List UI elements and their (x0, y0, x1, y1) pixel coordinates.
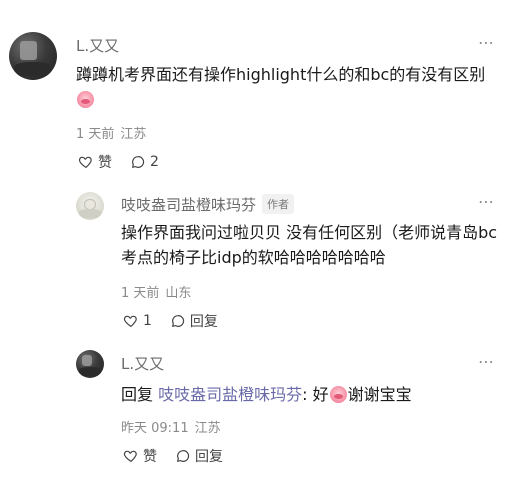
avatar[interactable] (76, 350, 104, 378)
reply-label: 回复 (195, 449, 223, 465)
reply-time: 1 天前 (121, 286, 160, 301)
reply-time: 昨天 09:11 (121, 421, 189, 436)
avatar[interactable] (9, 32, 57, 80)
comment-author[interactable]: L.又又 (76, 35, 119, 56)
comment-time: 1 天前 (76, 127, 115, 142)
reply-meta: 昨天 09:11 江苏 (121, 417, 221, 436)
comment-actions: 赞 2 (78, 152, 177, 172)
like-label: 赞 (143, 449, 157, 465)
reply-text-before: 好 (312, 385, 329, 404)
comment-thread: L.又又 ⋯ 蹲蹲机考界面还有操作highlight什么的和bc的有没有区别 1… (0, 0, 508, 489)
emoji-icon (77, 91, 94, 108)
comment-location: 江苏 (120, 127, 147, 142)
like-button[interactable]: 赞 (78, 152, 112, 172)
heart-icon (123, 315, 137, 328)
reply-location: 山东 (165, 286, 192, 301)
comment-icon (171, 315, 185, 327)
avatar[interactable] (76, 192, 104, 220)
comment-text: 蹲蹲机考界面还有操作highlight什么的和bc的有没有区别 (76, 62, 496, 112)
heart-icon (123, 450, 137, 463)
more-icon[interactable]: ⋯ (478, 192, 495, 211)
like-button[interactable]: 1 (123, 313, 152, 329)
reply-button[interactable]: 2 (130, 154, 159, 170)
more-icon[interactable]: ⋯ (478, 33, 495, 52)
comment-meta: 1 天前 江苏 (76, 123, 146, 142)
more-icon[interactable]: ⋯ (478, 352, 495, 371)
reply-separator: : (302, 385, 313, 404)
reply-actions: 赞 回复 (123, 446, 241, 466)
comment-icon (177, 450, 190, 462)
emoji-icon (329, 386, 347, 403)
like-count: 1 (143, 313, 152, 329)
reply-author: 吱吱盎司盐橙味玛芬 作者 (121, 194, 295, 215)
comment-icon (132, 156, 145, 168)
reply-text: 操作界面我问过啦贝贝 没有任何区别（老师说青岛bc考点的椅子比idp的软哈哈哈哈… (121, 223, 498, 267)
author-badge: 作者 (262, 194, 295, 214)
reply-button[interactable]: 回复 (175, 446, 223, 466)
reply-prefix: 回复 (121, 385, 154, 404)
heart-icon (78, 156, 92, 169)
reply-count: 2 (150, 154, 159, 170)
comment-text-body: 蹲蹲机考界面还有操作highlight什么的和bc的有没有区别 (76, 65, 486, 84)
reply-text: 回复 吱吱盎司盐橙味玛芬: 好谢谢宝宝 (121, 382, 501, 407)
reply-text-after: 谢谢宝宝 (347, 385, 412, 404)
reply-target-link[interactable]: 吱吱盎司盐橙味玛芬 (158, 385, 302, 404)
reply-author-name[interactable]: 吱吱盎司盐橙味玛芬 (121, 196, 256, 214)
reply-location: 江苏 (194, 421, 221, 436)
like-label: 赞 (98, 155, 112, 171)
reply-button[interactable]: 回复 (170, 311, 218, 331)
reply-meta: 1 天前 山东 (121, 282, 191, 301)
like-button[interactable]: 赞 (123, 446, 157, 466)
reply-actions: 1 回复 (123, 311, 236, 331)
reply-label: 回复 (189, 314, 218, 330)
reply-author[interactable]: L.又又 (121, 353, 164, 374)
